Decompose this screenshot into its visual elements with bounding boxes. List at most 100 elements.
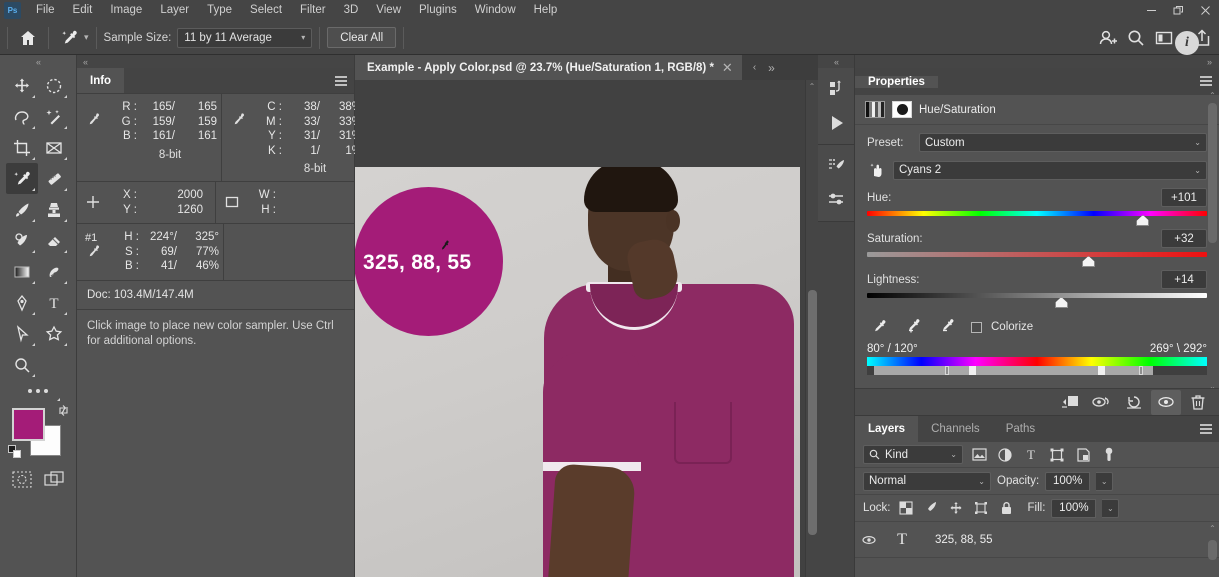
document-tab[interactable]: Example - Apply Color.psd @ 23.7% (Hue/S… — [355, 55, 742, 80]
shape-filter-icon[interactable] — [1047, 445, 1067, 465]
scroll-up-arrow-icon[interactable]: ⌃ — [1208, 91, 1217, 100]
mini-dock-collapse-button[interactable]: « — [818, 55, 854, 68]
tab-paths[interactable]: Paths — [992, 416, 1049, 442]
hue-value-input[interactable]: +101 — [1161, 188, 1207, 207]
properties-menu-icon[interactable] — [1200, 76, 1212, 86]
type-tool[interactable]: T — [38, 287, 70, 318]
properties-scrollbar[interactable]: ⌃ ⌄ — [1208, 91, 1217, 391]
lightness-slider-knob[interactable] — [1054, 297, 1068, 308]
on-image-adjust-icon[interactable] — [867, 160, 893, 180]
menu-3d[interactable]: 3D — [335, 0, 368, 21]
properties-collapse-button[interactable]: » — [855, 55, 1219, 68]
layers-scroll-thumb[interactable] — [1208, 540, 1217, 560]
menu-help[interactable]: Help — [525, 0, 567, 21]
more-tools-button[interactable] — [6, 380, 70, 402]
saturation-slider-track[interactable] — [867, 251, 1207, 267]
tool-preset-chevron[interactable]: ▾ — [84, 32, 89, 43]
zoom-tool[interactable] — [6, 349, 38, 380]
table-row[interactable]: T 325, 88, 55 ⌃ — [855, 522, 1219, 560]
crop-tool[interactable] — [6, 132, 38, 163]
scrollbar-thumb[interactable] — [808, 290, 817, 535]
pen-tool[interactable] — [6, 287, 38, 318]
info-panel-collapse-button[interactable]: « — [77, 55, 354, 68]
range-start-handle[interactable] — [969, 366, 976, 375]
hue-slider-knob[interactable] — [1136, 215, 1150, 226]
sample-size-select[interactable]: 11 by 11 Average ▾ — [177, 27, 313, 48]
lightness-value-input[interactable]: +14 — [1161, 270, 1207, 289]
libraries-icon[interactable] — [818, 72, 855, 106]
color-range-select[interactable]: Cyans 2 ⌄ — [893, 160, 1207, 180]
eyedropper-icon[interactable] — [56, 25, 82, 51]
lightness-slider-track[interactable] — [867, 292, 1207, 308]
canvas-vertical-scrollbar[interactable]: ⌃ — [805, 80, 818, 577]
adjustments-icon[interactable] — [818, 149, 855, 183]
restore-button[interactable] — [1165, 0, 1192, 21]
lock-position-icon[interactable] — [947, 499, 966, 518]
tab-info[interactable]: Info — [77, 68, 125, 93]
view-previous-state-icon[interactable] — [1087, 390, 1117, 415]
lock-all-icon[interactable] — [997, 499, 1016, 518]
toolbar-collapse-button[interactable]: « — [0, 55, 76, 68]
opacity-value[interactable]: 100% — [1045, 471, 1091, 491]
play-actions-icon[interactable] — [818, 106, 855, 140]
opacity-chevron-icon[interactable]: ⌄ — [1096, 471, 1114, 491]
canvas[interactable]: 325, 88, 55 1 — [355, 80, 818, 577]
saturation-slider-knob[interactable] — [1082, 256, 1095, 267]
add-user-icon[interactable] — [1095, 25, 1121, 51]
magic-wand-tool[interactable] — [38, 101, 70, 132]
path-selection-tool[interactable] — [6, 318, 38, 349]
clone-stamp-tool[interactable] — [38, 194, 70, 225]
scroll-up-arrow-icon[interactable]: ⌃ — [1208, 525, 1217, 533]
brush-tool[interactable] — [6, 194, 38, 225]
fill-value[interactable]: 100% — [1051, 498, 1097, 518]
scroll-up-arrow-icon[interactable]: ⌃ — [806, 80, 818, 93]
clip-to-layer-icon[interactable] — [1055, 390, 1085, 415]
properties-sliders-icon[interactable] — [818, 183, 855, 217]
move-tool[interactable] — [6, 70, 38, 101]
menu-window[interactable]: Window — [466, 0, 525, 21]
range-selector-bar[interactable] — [867, 366, 1207, 375]
properties-scroll-thumb[interactable] — [1208, 103, 1217, 243]
shape-tool[interactable] — [38, 318, 70, 349]
lock-transparency-icon[interactable] — [897, 499, 916, 518]
type-filter-icon[interactable]: T — [1021, 445, 1041, 465]
menu-layer[interactable]: Layer — [151, 0, 198, 21]
menu-filter[interactable]: Filter — [291, 0, 335, 21]
workspace-icon[interactable] — [1151, 25, 1177, 51]
adjustment-filter-icon[interactable] — [995, 445, 1015, 465]
lock-image-icon[interactable] — [922, 499, 941, 518]
gradient-tool[interactable] — [6, 256, 38, 287]
info-badge[interactable]: i — [1175, 31, 1199, 55]
reset-icon[interactable] — [1119, 390, 1149, 415]
tab-properties[interactable]: Properties — [855, 75, 938, 88]
quick-mask-icon[interactable] — [6, 464, 38, 495]
blend-mode-select[interactable]: Normal ⌄ — [863, 471, 991, 491]
swap-colors-icon[interactable] — [57, 404, 70, 417]
elliptical-marquee-tool[interactable] — [38, 70, 70, 101]
range-falloff-left-handle[interactable] — [945, 366, 950, 375]
menu-edit[interactable]: Edit — [64, 0, 102, 21]
dodge-tool[interactable] — [38, 256, 70, 287]
history-brush-tool[interactable] — [6, 225, 38, 256]
layer-visibility-icon[interactable] — [861, 534, 887, 546]
toggle-filter-icon[interactable] — [1099, 445, 1119, 465]
fill-chevron-icon[interactable]: ⌄ — [1102, 498, 1120, 518]
menu-plugins[interactable]: Plugins — [410, 0, 466, 21]
default-colors-icon[interactable] — [8, 445, 21, 458]
menu-view[interactable]: View — [367, 0, 410, 21]
menu-select[interactable]: Select — [241, 0, 291, 21]
eraser-tool[interactable] — [38, 225, 70, 256]
menu-type[interactable]: Type — [198, 0, 241, 21]
hue-slider-track[interactable] — [867, 210, 1207, 226]
layers-scrollbar[interactable]: ⌃ — [1208, 525, 1217, 560]
lock-artboard-icon[interactable] — [972, 499, 991, 518]
home-icon[interactable] — [15, 25, 41, 51]
tab-channels[interactable]: Channels — [918, 416, 993, 442]
healing-brush-tool[interactable] — [38, 163, 70, 194]
close-icon[interactable]: ✕ — [722, 60, 733, 76]
range-falloff-right-handle[interactable] — [1139, 366, 1143, 375]
info-panel-menu-icon[interactable] — [335, 76, 347, 86]
layers-menu-icon[interactable] — [1200, 424, 1212, 434]
lasso-tool[interactable] — [6, 101, 38, 132]
delete-icon[interactable] — [1183, 390, 1213, 415]
